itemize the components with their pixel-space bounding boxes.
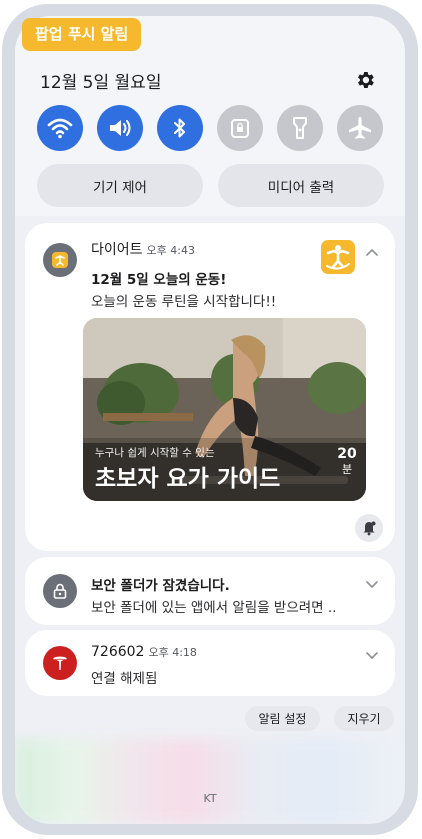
sound-toggle[interactable] <box>97 105 143 151</box>
bluetooth-icon <box>174 118 185 138</box>
airplane-icon <box>349 117 371 139</box>
notification-title: 보안 폴더가 잠겼습니다. <box>91 578 230 594</box>
lock-icon <box>53 583 67 599</box>
media-output-button[interactable]: 미디어 출력 <box>218 164 384 207</box>
diet-app-logo-icon <box>52 252 68 268</box>
clear-button[interactable]: 지우기 <box>334 706 394 731</box>
device-control-button[interactable]: 기기 제어 <box>37 164 203 207</box>
notification-header: 726602 오후 4:18 <box>91 644 197 660</box>
device-control-label: 기기 제어 <box>93 179 147 196</box>
diet-large-icon <box>321 240 355 274</box>
notification-card-secure-folder[interactable]: 보안 폴더가 잠겼습니다. 보안 폴더에 있는 앱에서 알림을 받으려면 .. <box>25 557 395 625</box>
notification-body: 보안 폴더에 있는 앱에서 알림을 받으려면 .. <box>91 600 337 616</box>
tesla-app-icon <box>43 646 77 680</box>
duration-number: 20 <box>337 446 357 462</box>
tesla-logo-icon <box>53 656 67 670</box>
diet-app-icon <box>43 243 77 277</box>
notification-card-tesla[interactable]: 726602 오후 4:18 연결 해제됨 <box>25 630 395 696</box>
secure-folder-app-icon <box>43 574 77 608</box>
notification-bell-button[interactable] <box>355 514 383 542</box>
media-output-label: 미디어 출력 <box>267 179 335 196</box>
notification-settings-label: 알림 설정 <box>258 712 307 726</box>
date-label: 12월 5일 월요일 <box>40 73 162 93</box>
wifi-toggle[interactable] <box>37 105 83 151</box>
flashlight-toggle[interactable] <box>277 105 323 151</box>
notification-body: 연결 해제됨 <box>91 671 158 687</box>
notification-time: 오후 4:43 <box>146 244 195 257</box>
banner-duration: 20 분 <box>336 447 358 477</box>
airplane-mode-toggle[interactable] <box>337 105 383 151</box>
flashlight-icon <box>293 117 307 139</box>
notification-time: 오후 4:18 <box>148 646 197 659</box>
speaker-icon <box>110 120 131 136</box>
bell-snooze-icon <box>363 521 376 536</box>
carrier-label: KT <box>203 792 217 805</box>
notification-header: 다이어트 오후 4:43 <box>91 239 195 259</box>
notification-body: 오늘의 운동 루틴을 시작합니다!! <box>91 294 277 310</box>
duration-unit: 분 <box>341 463 353 476</box>
screen: 12월 5일 월요일 기기 제어 미디어 출력 다이어트 오후 4:43 12월… <box>15 16 405 824</box>
phone-frame: 12월 5일 월요일 기기 제어 미디어 출력 다이어트 오후 4:43 12월… <box>2 4 418 835</box>
banner-subtitle: 누구나 쉽게 시작할 수 있는 <box>95 447 215 459</box>
chevron-down-icon[interactable] <box>365 650 379 660</box>
settings-gear-icon[interactable] <box>354 69 376 91</box>
yoga-banner-image[interactable]: 누구나 쉽게 시작할 수 있는 초보자 요가 가이드 20 분 <box>83 318 366 501</box>
secure-folder-toggle[interactable] <box>217 105 263 151</box>
chevron-up-icon[interactable] <box>365 247 379 257</box>
bluetooth-toggle[interactable] <box>157 105 203 151</box>
quick-toggle-row <box>37 105 387 153</box>
secure-folder-icon <box>231 119 249 138</box>
notification-title: 12월 5일 오늘의 운동! <box>91 272 227 288</box>
popup-push-tag: 팝업 푸시 알림 <box>22 18 142 51</box>
notification-settings-button[interactable]: 알림 설정 <box>245 706 320 731</box>
app-name: 다이어트 <box>91 242 143 258</box>
chevron-down-icon[interactable] <box>365 579 379 589</box>
clear-label: 지우기 <box>347 712 381 726</box>
exercise-figure-icon <box>326 245 350 270</box>
notification-card-diet[interactable]: 다이어트 오후 4:43 12월 5일 오늘의 운동! 오늘의 운동 루틴을 시… <box>25 223 395 551</box>
app-name: 726602 <box>91 644 145 660</box>
blurred-home-apps <box>15 739 405 824</box>
banner-headline: 초보자 요가 가이드 <box>95 466 281 492</box>
wifi-icon <box>47 118 73 139</box>
